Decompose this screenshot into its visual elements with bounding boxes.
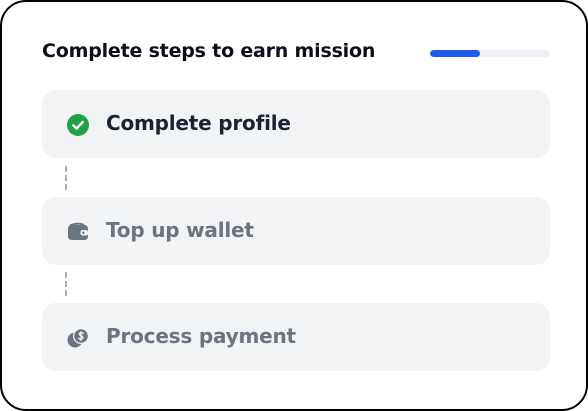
wallet-icon — [67, 221, 89, 243]
check-circle-icon — [67, 114, 89, 136]
step-connector — [65, 272, 67, 296]
mission-card: Complete steps to earn mission Complete … — [0, 0, 588, 411]
step-label: Top up wallet — [106, 218, 254, 242]
step-complete-profile[interactable]: Complete profile — [42, 90, 550, 158]
mission-progress-bar — [430, 50, 550, 57]
step-connector — [65, 166, 67, 190]
step-label: Complete profile — [106, 111, 291, 135]
mission-progress-fill — [430, 50, 481, 57]
step-label: Process payment — [106, 324, 296, 348]
step-top-up-wallet[interactable]: Top up wallet — [42, 197, 550, 265]
mission-header: Complete steps to earn mission — [42, 38, 552, 70]
mission-title: Complete steps to earn mission — [42, 40, 376, 62]
step-process-payment[interactable]: Process payment — [42, 303, 550, 371]
coins-icon — [67, 327, 89, 349]
